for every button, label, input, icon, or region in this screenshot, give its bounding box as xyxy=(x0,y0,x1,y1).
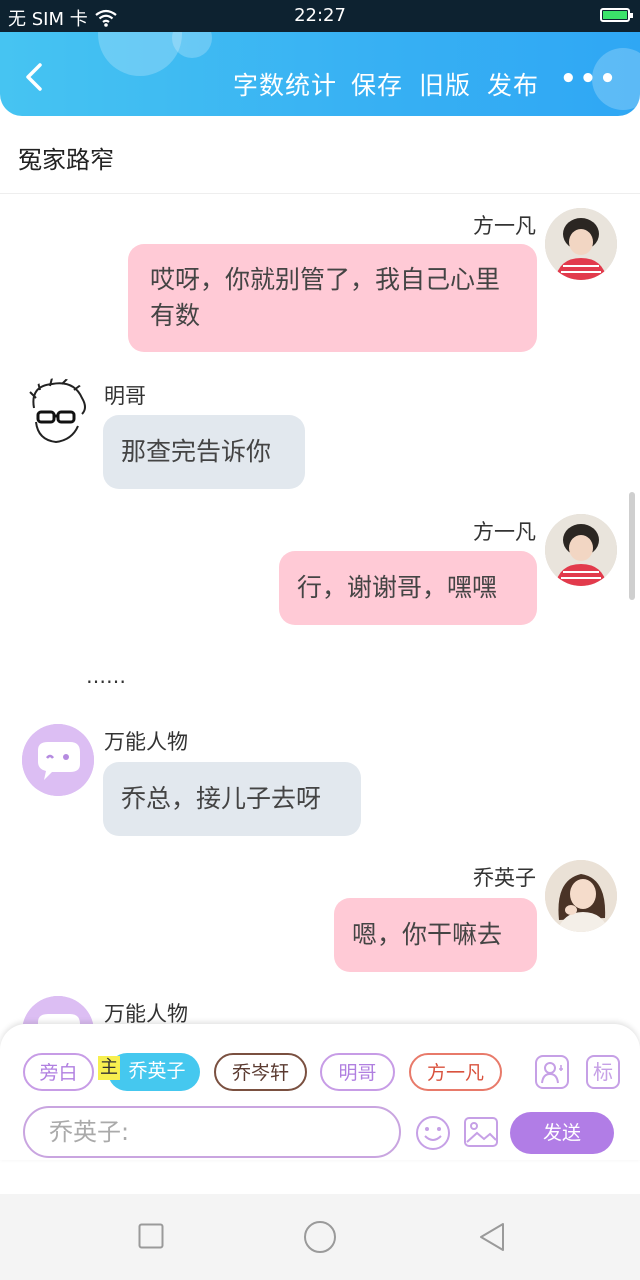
narration-text[interactable]: …… xyxy=(86,664,126,688)
publish-button[interactable]: 发布 xyxy=(487,66,539,102)
header-decoration xyxy=(98,32,182,76)
mark-button[interactable]: 标 xyxy=(586,1055,620,1089)
recent-apps-icon[interactable] xyxy=(138,1223,164,1249)
character-chip-ming-ge[interactable]: 明哥 xyxy=(320,1053,395,1091)
add-character-icon[interactable] xyxy=(535,1055,569,1089)
message-bubble[interactable]: 乔总，接儿子去呀 xyxy=(103,762,361,836)
avatar-universal-character[interactable] xyxy=(22,996,94,1024)
message-bubble[interactable]: 嗯，你干嘛去 xyxy=(334,898,537,972)
save-button[interactable]: 保存 xyxy=(351,66,403,102)
old-version-button[interactable]: 旧版 xyxy=(419,66,471,102)
emoji-icon[interactable] xyxy=(414,1114,452,1152)
send-button[interactable]: 发送 xyxy=(510,1112,614,1154)
composer-panel: 旁白 乔英子 主 乔岑轩 明哥 方一凡 标 乔英子: 发送 xyxy=(0,1024,640,1160)
speaker-name: 明哥 xyxy=(104,384,146,408)
avatar-fang-yifan[interactable] xyxy=(545,208,617,280)
speaker-name: 方一凡 xyxy=(473,520,536,544)
character-chip-qiao-cenxuan[interactable]: 乔岑轩 xyxy=(214,1053,307,1091)
speaker-name: 万能人物 xyxy=(104,1002,188,1024)
character-chip-qiao-yingzi[interactable]: 乔英子 xyxy=(108,1053,200,1091)
avatar-fang-yifan[interactable] xyxy=(545,514,617,586)
header-decoration xyxy=(172,32,212,58)
word-count-button[interactable]: 字数统计 xyxy=(233,66,337,102)
back-button[interactable] xyxy=(20,62,50,92)
character-chip-fang-yifan[interactable]: 方一凡 xyxy=(409,1053,502,1091)
image-icon[interactable] xyxy=(463,1114,499,1150)
story-title: 冤家路窄 xyxy=(18,146,114,174)
message-input[interactable]: 乔英子: xyxy=(23,1106,401,1158)
avatar-qiao-yingzi[interactable] xyxy=(545,860,617,932)
speaker-name: 乔英子 xyxy=(473,866,536,890)
avatar-ming-ge[interactable] xyxy=(22,378,94,450)
message-bubble[interactable]: 那查完告诉你 xyxy=(103,415,305,489)
narrator-chip[interactable]: 旁白 xyxy=(23,1053,94,1091)
main-character-tag: 主 xyxy=(98,1056,120,1080)
speaker-name: 万能人物 xyxy=(104,730,188,754)
chat-scrollbar[interactable] xyxy=(629,492,635,600)
home-icon[interactable] xyxy=(303,1220,337,1254)
status-bar: 无 SIM 卡 22:27 xyxy=(0,0,640,32)
more-options-button[interactable]: ••• xyxy=(560,64,619,94)
avatar-universal-character[interactable] xyxy=(22,724,94,796)
story-title-row[interactable]: 冤家路窄 xyxy=(0,116,640,194)
system-nav-bar xyxy=(0,1194,640,1280)
message-bubble[interactable]: 行，谢谢哥，嘿嘿 xyxy=(279,551,537,625)
message-bubble[interactable]: 哎呀，你就别管了，我自己心里有数 xyxy=(128,244,537,352)
chat-list[interactable]: 方一凡 哎呀，你就别管了，我自己心里有数 明哥 那查完告诉你 方一凡 行，谢谢哥… xyxy=(0,194,640,1024)
app-header: 字数统计 保存 旧版 发布 ••• xyxy=(0,32,640,116)
battery-icon xyxy=(600,8,633,22)
speaker-name: 方一凡 xyxy=(473,214,536,238)
clock: 22:27 xyxy=(294,5,346,26)
back-nav-icon[interactable] xyxy=(478,1221,506,1253)
